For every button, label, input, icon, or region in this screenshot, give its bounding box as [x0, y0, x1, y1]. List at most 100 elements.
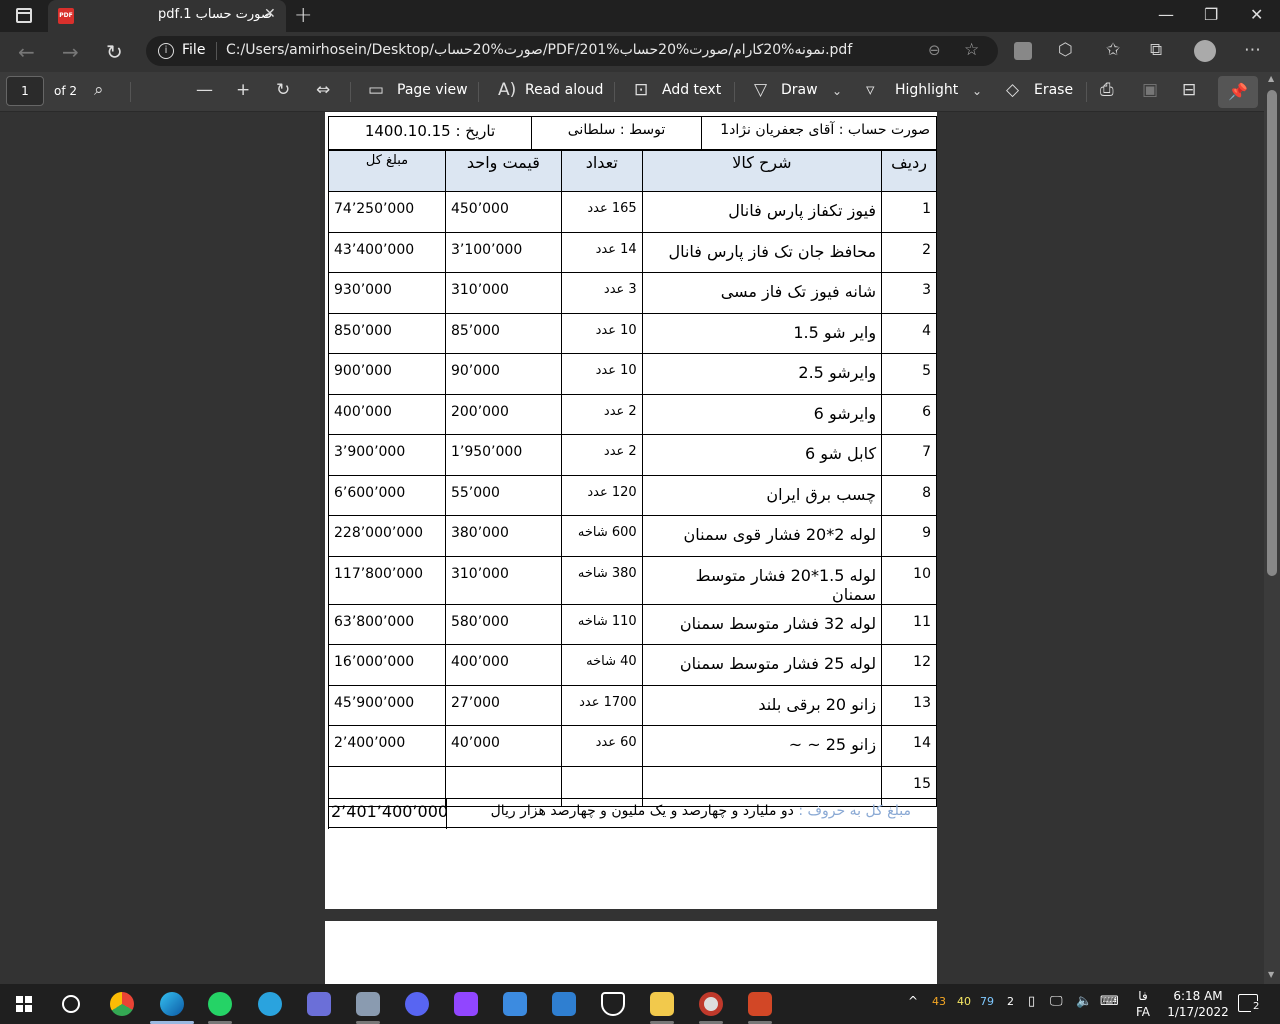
- draw-button[interactable]: Draw: [781, 82, 818, 98]
- page-view-button[interactable]: Page view: [397, 82, 468, 98]
- erase-icon[interactable]: ◇: [1006, 80, 1019, 100]
- whatsapp-icon[interactable]: [208, 992, 232, 1016]
- network-app-icon[interactable]: [552, 992, 576, 1016]
- info-icon[interactable]: i: [158, 43, 174, 59]
- media-player-icon[interactable]: [699, 992, 723, 1016]
- language-indicator[interactable]: فا FA: [1136, 988, 1150, 1020]
- rotate-icon[interactable]: ↻: [276, 80, 290, 100]
- control-panel-icon[interactable]: [503, 992, 527, 1016]
- url-text[interactable]: C:/Users/amirhosein/Desktop/صورت%20حساب/…: [226, 42, 852, 58]
- file-explorer-icon[interactable]: [650, 992, 674, 1016]
- collections-icon[interactable]: ⧉: [1150, 40, 1162, 60]
- tablet-icon[interactable]: ▯: [1028, 994, 1035, 1009]
- app-icon[interactable]: [307, 992, 331, 1016]
- highlight-icon[interactable]: ▿: [866, 80, 875, 100]
- add-text-icon[interactable]: ⊡: [634, 80, 648, 100]
- back-icon[interactable]: ←: [18, 40, 35, 64]
- keyboard-icon[interactable]: ⌨: [1100, 994, 1119, 1009]
- network-icon[interactable]: 🖵: [1050, 994, 1063, 1009]
- chrome-icon[interactable]: [110, 992, 134, 1016]
- volume-icon[interactable]: 🔈: [1076, 994, 1092, 1009]
- row-total: 3’900’000: [328, 434, 446, 476]
- row-unit-price: 40’000: [444, 725, 562, 767]
- tray-value-3: 79: [980, 995, 994, 1008]
- toolbar-divider: [734, 82, 735, 102]
- show-hidden-icons-icon[interactable]: ^: [908, 994, 918, 1008]
- row-description: زانو 25 ~ ~: [641, 725, 883, 767]
- page-number-input[interactable]: 1: [6, 76, 44, 106]
- scrollbar-thumb[interactable]: [1267, 90, 1277, 576]
- edge-icon[interactable]: [160, 992, 184, 1016]
- read-aloud-button[interactable]: Read aloud: [525, 82, 603, 98]
- save-as-icon[interactable]: ⊟: [1182, 80, 1196, 100]
- clock-time: 6:18 AM: [1173, 989, 1223, 1003]
- row-description: لوله 1.5*20 فشار متوسط سمنان: [641, 555, 883, 605]
- new-tab-icon[interactable]: +: [294, 3, 312, 28]
- row-total: 850’000: [328, 312, 446, 354]
- notifications-icon[interactable]: 2: [1238, 994, 1262, 1012]
- row-quantity: 1700 عدد: [560, 684, 643, 726]
- tab-invoice-pdf[interactable]: PDF صورت حساب 1.pdf ✕: [48, 0, 286, 32]
- discord-icon[interactable]: [405, 992, 429, 1016]
- pdf-toolbar: 1 of 2 ⌕ — + ↻ ⇔ ▭ Page view A) Read alo…: [0, 72, 1280, 112]
- row-index: 8: [881, 474, 937, 516]
- zoom-in-icon[interactable]: +: [236, 80, 250, 100]
- close-tab-icon[interactable]: ✕: [264, 6, 276, 22]
- table-row: 7 کابل شو 62 عدد 1’950’000 3’900’000: [328, 434, 937, 476]
- page-view-icon[interactable]: ▭: [368, 80, 384, 100]
- photos-icon[interactable]: [356, 992, 380, 1016]
- read-aloud-icon[interactable]: A): [498, 80, 516, 100]
- print-icon[interactable]: ⎙: [1100, 80, 1114, 100]
- url-scheme-label: File: [182, 42, 206, 58]
- refresh-icon[interactable]: ↻: [106, 40, 123, 64]
- restore-icon[interactable]: ❐: [1204, 5, 1218, 24]
- add-favorite-icon[interactable]: ☆: [964, 40, 979, 60]
- lang-bottom: FA: [1136, 1005, 1151, 1019]
- tab-actions-icon[interactable]: [16, 8, 32, 23]
- fit-page-icon[interactable]: ⇔: [316, 80, 330, 100]
- powerpoint-icon[interactable]: [748, 992, 772, 1016]
- search-circle-icon[interactable]: [62, 995, 80, 1013]
- row-description: وایرشو 2.5: [641, 353, 883, 395]
- telegram-icon[interactable]: [258, 992, 282, 1016]
- row-quantity: 10 عدد: [560, 353, 643, 395]
- col-total: مبلغ کل: [328, 150, 446, 192]
- zoom-icon[interactable]: ⊖: [928, 41, 941, 59]
- row-index: 12: [881, 644, 937, 686]
- favorites-icon[interactable]: ✩: [1106, 40, 1120, 60]
- row-quantity: 10 عدد: [560, 312, 643, 354]
- zoom-out-icon[interactable]: —: [196, 80, 213, 100]
- highlight-button[interactable]: Highlight: [895, 82, 958, 98]
- close-window-icon[interactable]: ✕: [1250, 5, 1263, 24]
- highlight-chevron-down-icon[interactable]: ⌄: [972, 84, 982, 98]
- scroll-down-icon[interactable]: ▼: [1268, 970, 1274, 979]
- url-box[interactable]: i File C:/Users/amirhosein/Desktop/صورت%…: [146, 36, 998, 66]
- row-quantity: 40 شاخه: [560, 644, 643, 686]
- draw-icon[interactable]: ▽: [754, 80, 767, 100]
- windows-start-icon[interactable]: [16, 996, 32, 1012]
- system-clock[interactable]: 6:18 AM 1/17/2022: [1166, 988, 1230, 1020]
- draw-chevron-down-icon[interactable]: ⌄: [832, 84, 842, 98]
- row-total: 63’800’000: [328, 603, 446, 645]
- row-description: شانه فیوز تک فاز مسی: [641, 272, 883, 314]
- row-index: 9: [881, 515, 937, 557]
- twitch-icon[interactable]: [454, 992, 478, 1016]
- more-menu-icon[interactable]: ⋯: [1244, 40, 1261, 60]
- save-icon[interactable]: ▣: [1142, 80, 1158, 100]
- scroll-up-icon[interactable]: ▲: [1268, 74, 1274, 83]
- search-icon[interactable]: ⌕: [94, 80, 104, 100]
- tray-value-2: 40: [957, 995, 971, 1008]
- forward-icon[interactable]: →: [62, 40, 79, 64]
- row-quantity: 2 عدد: [560, 393, 643, 435]
- vertical-scrollbar[interactable]: ▲ ▼: [1264, 72, 1280, 984]
- add-text-button[interactable]: Add text: [662, 82, 721, 98]
- table-row: 9 لوله 2*20 فشار قوی سمنان 600 شاخه 380’000…: [328, 515, 937, 557]
- profile-avatar[interactable]: [1194, 40, 1216, 62]
- erase-button[interactable]: Erase: [1034, 82, 1073, 98]
- row-index: 6: [881, 393, 937, 435]
- extension-icon[interactable]: [1014, 42, 1032, 60]
- pin-toolbar-icon[interactable]: 📌: [1218, 76, 1258, 108]
- minimize-icon[interactable]: —: [1158, 5, 1174, 24]
- extensions-puzzle-icon[interactable]: ⬡: [1058, 40, 1073, 60]
- security-shield-icon[interactable]: [601, 992, 625, 1016]
